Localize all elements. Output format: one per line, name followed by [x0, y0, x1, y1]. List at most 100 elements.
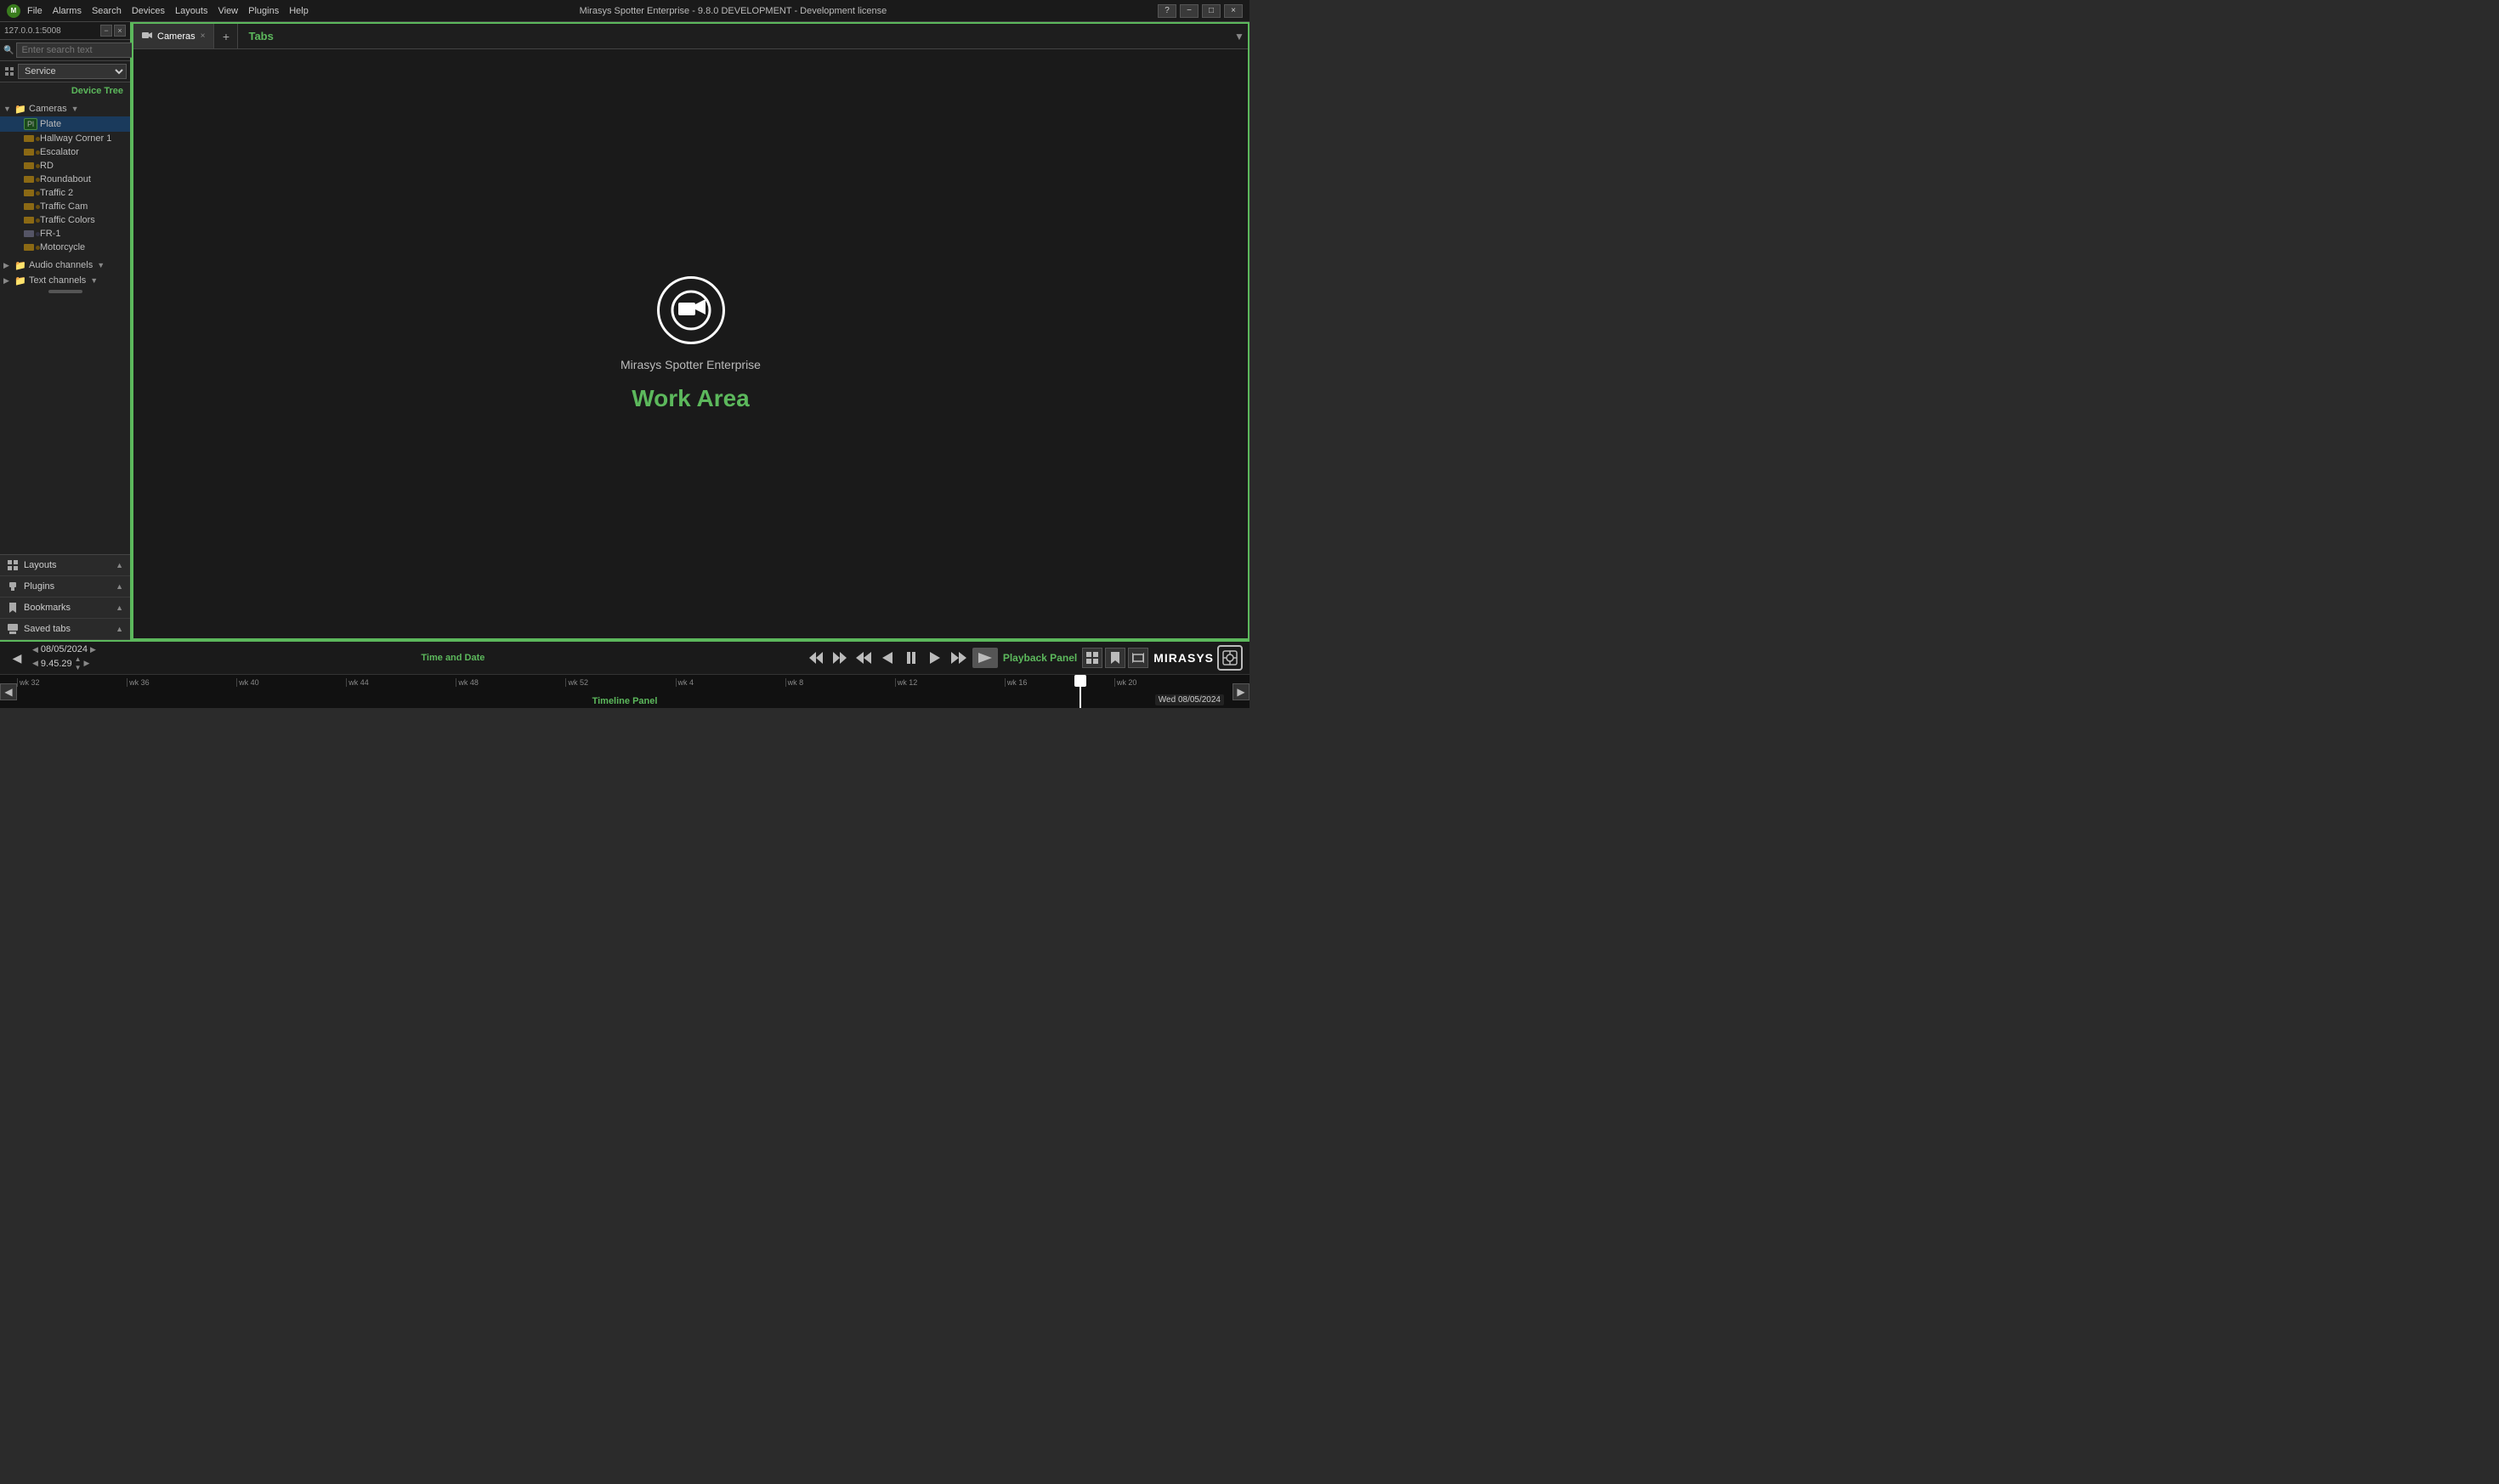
tree-item-fr1[interactable]: FR-1	[0, 227, 130, 241]
timeline-nav-right-button[interactable]: ▶	[1232, 683, 1250, 700]
panel-plugins-left: Plugins	[7, 581, 54, 592]
time-down-arrow[interactable]: ▼	[75, 664, 82, 671]
search-bar: 🔍 ×	[0, 40, 130, 61]
bookmarks-label: Bookmarks	[24, 603, 71, 613]
menu-bar: File Alarms Search Devices Layouts View …	[27, 6, 309, 16]
menu-devices[interactable]: Devices	[132, 6, 165, 16]
text-dropdown-icon[interactable]: ▼	[90, 276, 98, 285]
date-next-arrow[interactable]: ▶	[90, 645, 96, 654]
panel-bookmarks[interactable]: Bookmarks ▲	[0, 598, 130, 619]
panel-saved-tabs[interactable]: Saved tabs ▲	[0, 619, 130, 640]
tree-item-escalator[interactable]: Escalator	[0, 145, 130, 159]
service-bar: Service	[0, 61, 130, 82]
close-button[interactable]: ×	[1224, 4, 1243, 18]
tab-add-button[interactable]: +	[214, 24, 238, 48]
restore-button[interactable]: □	[1202, 4, 1221, 18]
grid-view-button[interactable]	[1082, 648, 1102, 668]
tree-audio-root[interactable]: ▶ 📁 Audio channels ▼	[0, 258, 130, 273]
timeline-week-marker: wk 32	[17, 678, 40, 687]
tree-item-trafficcam[interactable]: Traffic Cam	[0, 200, 130, 213]
tree-item-traffic2[interactable]: Traffic 2	[0, 186, 130, 200]
playback-bar: ◀ ◀ 08/05/2024 ▶ ◀ 9.45.29 ▲ ▼ ▶ Time an…	[0, 640, 1250, 674]
live-button[interactable]	[972, 648, 998, 668]
step-back-button[interactable]	[830, 648, 850, 668]
timeline-inner[interactable]: wk 32wk 36wk 40wk 44wk 48wk 52wk 4wk 8wk…	[0, 675, 1250, 708]
connection-bar: 127.0.0.1:5008 − ×	[0, 22, 130, 40]
tree-text-root[interactable]: ▶ 📁 Text channels ▼	[0, 273, 130, 288]
search-input[interactable]	[16, 42, 147, 58]
tree-cameras-root[interactable]: ▼ 📁 Cameras ▼	[0, 101, 130, 116]
service-select[interactable]: Service	[18, 64, 127, 79]
menu-alarms[interactable]: Alarms	[53, 6, 82, 16]
time-prev-arrow[interactable]: ◀	[32, 659, 38, 668]
tree-item-roundabout[interactable]: Roundabout	[0, 173, 130, 186]
bookmark-view-button[interactable]	[1105, 648, 1125, 668]
tab-close-icon[interactable]: ×	[201, 31, 206, 41]
timeline-current-date: Wed 08/05/2024	[1155, 694, 1224, 705]
tree-item-hallway[interactable]: Hallway Corner 1	[0, 132, 130, 145]
device-tree-header: Device Tree	[0, 82, 130, 99]
tree-item-rd[interactable]: RD	[0, 159, 130, 173]
connection-close-btn[interactable]: ×	[114, 25, 126, 37]
tree-scrollbar[interactable]	[48, 290, 82, 293]
fast-forward-button[interactable]	[949, 648, 969, 668]
play-button[interactable]	[925, 648, 945, 668]
camera-icon	[24, 134, 37, 144]
audio-dropdown-icon[interactable]: ▼	[97, 261, 105, 269]
app-logo-icon: M	[7, 4, 20, 18]
panel-plugins[interactable]: Plugins ▲	[0, 576, 130, 598]
layouts-label: Layouts	[24, 560, 57, 570]
menu-layouts[interactable]: Layouts	[175, 6, 208, 16]
tree-item-trafficcolors[interactable]: Traffic Colors	[0, 213, 130, 227]
camera-icon	[24, 243, 37, 252]
connection-buttons: − ×	[100, 25, 126, 37]
menu-plugins[interactable]: Plugins	[248, 6, 279, 16]
camera-icon	[24, 202, 37, 212]
plugins-label: Plugins	[24, 581, 54, 592]
cameras-label: Cameras	[29, 104, 67, 114]
tab-dropdown-icon[interactable]: ▼	[1231, 24, 1248, 48]
tree-item-label: Roundabout	[40, 174, 91, 184]
main-layout: 127.0.0.1:5008 − × 🔍 × Service	[0, 22, 1250, 640]
playback-controls	[806, 648, 998, 668]
tree-item-motorcycle[interactable]: Motorcycle	[0, 241, 130, 254]
menu-help[interactable]: Help	[289, 6, 309, 16]
cameras-dropdown-icon[interactable]: ▼	[71, 105, 79, 113]
audio-label: Audio channels	[29, 260, 93, 270]
menu-file[interactable]: File	[27, 6, 42, 16]
tree-item-label: Traffic Cam	[40, 201, 88, 212]
mirasys-text: MIRASYS	[1153, 651, 1214, 665]
minimize-button[interactable]: −	[1180, 4, 1198, 18]
plugins-icon	[7, 581, 19, 592]
back-button[interactable]	[877, 648, 898, 668]
window-controls: ? − □ ×	[1158, 4, 1243, 18]
playback-nav-left[interactable]: ◀	[7, 648, 27, 668]
time-up-arrow[interactable]: ▲	[75, 655, 82, 663]
camera-icon	[24, 148, 37, 157]
folder-icon: 📁	[14, 103, 26, 115]
app-title: Mirasys Spotter Enterprise - 9.8.0 DEVEL…	[580, 6, 887, 16]
date-value: 08/05/2024	[41, 644, 88, 654]
timeline-position-marker[interactable]	[1080, 675, 1081, 708]
tabs-bar: Cameras × + Tabs ▼	[133, 24, 1248, 49]
panel-layouts[interactable]: Layouts ▲	[0, 555, 130, 576]
skip-back-button[interactable]	[806, 648, 826, 668]
time-next-arrow[interactable]: ▶	[84, 659, 90, 668]
menu-view[interactable]: View	[218, 6, 238, 16]
pause-button[interactable]	[901, 648, 921, 668]
time-row: ◀ 9.45.29 ▲ ▼ ▶	[32, 655, 100, 671]
tree-item-plate[interactable]: Pl Plate	[0, 116, 130, 132]
help-button[interactable]: ?	[1158, 4, 1176, 18]
connection-minimize-btn[interactable]: −	[100, 25, 112, 37]
bookmarks-chevron: ▲	[116, 603, 123, 612]
filmstrip-view-button[interactable]	[1128, 648, 1148, 668]
date-prev-arrow[interactable]: ◀	[32, 645, 38, 654]
tab-cameras[interactable]: Cameras ×	[133, 24, 214, 48]
search-icon: 🔍	[3, 46, 14, 55]
camera-icon	[24, 229, 37, 239]
plate-badge: Pl	[24, 118, 37, 130]
menu-search[interactable]: Search	[92, 6, 122, 16]
timeline-week-marker: wk 48	[456, 678, 479, 687]
tree-expand-arrow: ▶	[3, 261, 12, 270]
rewind-button[interactable]	[853, 648, 874, 668]
